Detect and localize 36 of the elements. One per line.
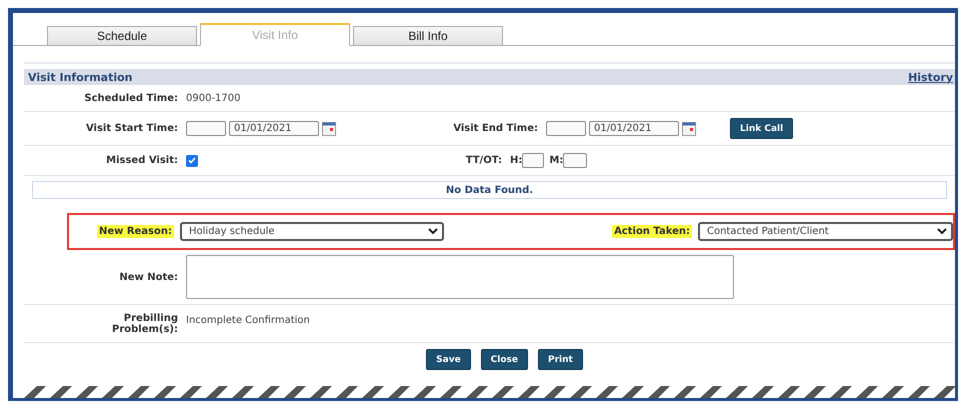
action-button[interactable]: Close — [480, 349, 528, 370]
field-label: Action Taken: — [612, 225, 692, 238]
action-button[interactable]: Print — [538, 349, 583, 370]
caret-icon — [428, 228, 438, 235]
missed-visit-checkbox[interactable] — [186, 154, 198, 166]
field-label: TT/OT: — [464, 154, 503, 167]
field-label: Scheduled Time: — [83, 92, 179, 104]
field-label: Missed Visit: — [105, 154, 179, 167]
time-input[interactable] — [186, 121, 226, 136]
calendar-icon[interactable] — [682, 122, 696, 136]
action-button[interactable]: Save — [426, 349, 471, 370]
hours-label: H: — [510, 155, 522, 166]
field-label: New Note: — [118, 270, 179, 284]
hours-input[interactable] — [522, 153, 544, 168]
minutes-label: M: — [549, 155, 564, 166]
time-input[interactable] — [546, 121, 586, 136]
link-call-button[interactable]: Link Call — [730, 118, 794, 139]
no-data-message: No Data Found. — [32, 181, 947, 199]
note-textarea[interactable] — [186, 255, 734, 299]
field-label: Visit Start Time: — [84, 122, 179, 135]
caret-icon — [937, 228, 947, 235]
prebilling-value: Incomplete Confirmation — [186, 315, 310, 326]
field-label: Prebilling Problem(s): — [110, 312, 179, 336]
date-input[interactable]: 01/01/2021 — [589, 121, 679, 136]
date-input[interactable]: 01/01/2021 — [229, 121, 319, 136]
tab[interactable]: Schedule — [47, 26, 197, 45]
tab[interactable]: Bill Info — [353, 26, 503, 45]
reason-select[interactable]: Holiday schedule — [180, 222, 444, 241]
history-link[interactable]: History — [908, 70, 953, 84]
action-select[interactable]: Contacted Patient/Client — [698, 222, 953, 241]
field-label: Visit End Time: — [452, 122, 539, 135]
calendar-icon[interactable] — [322, 122, 336, 136]
scheduled-time-value: 0900-1700 — [186, 92, 241, 104]
section-title: Visit Information — [28, 70, 132, 84]
minutes-input[interactable] — [563, 153, 588, 168]
field-label: New Reason: — [96, 225, 174, 238]
